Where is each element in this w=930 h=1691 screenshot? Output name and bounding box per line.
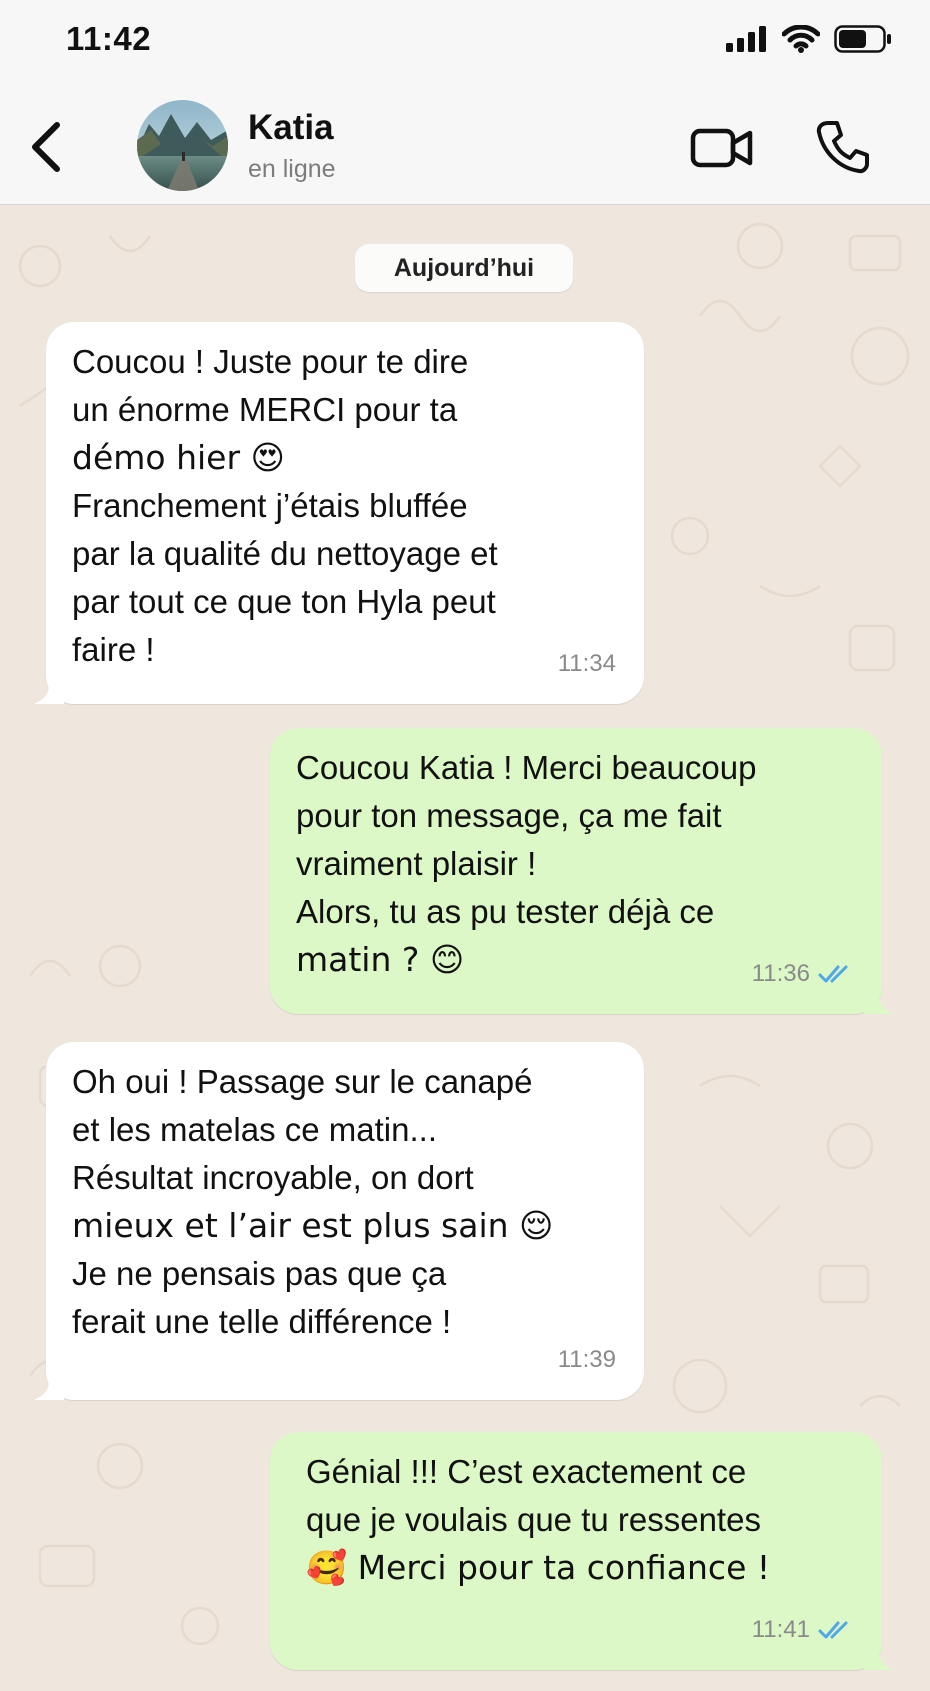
signal-icon — [726, 25, 768, 57]
contact-avatar[interactable] — [137, 100, 228, 191]
back-button[interactable] — [16, 112, 76, 182]
message-line: par tout ce que ton Hyla peut — [72, 583, 496, 620]
message-line: un énorme MERCI pour ta — [72, 391, 458, 428]
status-icons — [726, 23, 892, 58]
voice-call-button[interactable] — [810, 112, 876, 182]
message-line: démo hier 😍 — [72, 438, 285, 477]
contact-status: en ligne — [248, 155, 336, 183]
message-line: et les matelas ce matin... — [72, 1111, 437, 1148]
battery-icon — [834, 24, 892, 58]
date-separator: Aujourd’hui — [355, 244, 573, 292]
message-line: que je voulais que tu ressentes — [306, 1501, 761, 1538]
bubble-tail — [864, 1648, 894, 1670]
message-line: par la qualité du nettoyage et — [72, 535, 498, 572]
message-line: mieux et l’air est plus sain 😌 — [72, 1206, 554, 1245]
video-call-button[interactable] — [686, 118, 758, 178]
bubble-tail — [864, 992, 894, 1014]
status-time: 11:42 — [66, 20, 152, 57]
message-bubble-incoming[interactable]: Coucou ! Juste pour te dire un énorme ME… — [34, 322, 644, 704]
message-meta: 11:41 — [752, 1606, 854, 1654]
phone-icon — [816, 121, 869, 174]
back-chevron-icon — [32, 122, 60, 172]
message-line: faire ! — [72, 631, 155, 668]
message-line: Oh oui ! Passage sur le canapé — [72, 1063, 533, 1100]
message-line: Je ne pensais pas que ça — [72, 1255, 447, 1292]
double-check-icon — [818, 1621, 848, 1639]
message-line: vraiment plaisir ! — [296, 845, 537, 882]
video-camera-icon — [690, 128, 753, 168]
message-bubble-outgoing[interactable]: Coucou Katia ! Merci beaucoup pour ton m… — [270, 728, 894, 1014]
message-line: Franchement j’étais bluffée — [72, 487, 468, 524]
message-bubble-outgoing[interactable]: Génial !!! C’est exactement ce que je vo… — [270, 1432, 894, 1670]
message-time: 11:41 — [751, 1616, 810, 1643]
bubble-tail — [34, 682, 64, 704]
message-line: pour ton message, ça me fait — [296, 797, 722, 834]
contact-name[interactable]: Katia — [248, 108, 334, 148]
message-time: 11:36 — [751, 960, 810, 987]
message-line: Alors, tu as pu tester déjà ce — [296, 893, 715, 930]
top-bar: 11:42 Katia en ligne — [0, 0, 930, 205]
message-time: 11:34 — [557, 650, 616, 677]
message-line: 🥰 Merci pour ta confiance ! — [306, 1548, 771, 1587]
message-line: Coucou Katia ! Merci beaucoup — [296, 749, 757, 786]
message-meta: 11:34 — [558, 640, 616, 688]
wifi-icon — [781, 23, 821, 58]
message-meta: 11:36 — [752, 950, 854, 998]
message-line: ferait une telle différence ! — [72, 1303, 452, 1340]
message-line: Coucou ! Juste pour te dire — [72, 343, 469, 380]
message-meta: 11:39 — [558, 1336, 616, 1384]
message-bubble-incoming[interactable]: Oh oui ! Passage sur le canapé et les ma… — [34, 1042, 644, 1400]
chat-area[interactable]: Aujourd’hui Coucou ! Juste pour te dire … — [0, 206, 930, 1691]
message-time: 11:39 — [557, 1346, 616, 1373]
message-line: Génial !!! C’est exactement ce — [306, 1453, 747, 1490]
bubble-tail — [34, 1378, 64, 1400]
message-line: Résultat incroyable, on dort — [72, 1159, 474, 1196]
double-check-icon — [818, 965, 848, 983]
